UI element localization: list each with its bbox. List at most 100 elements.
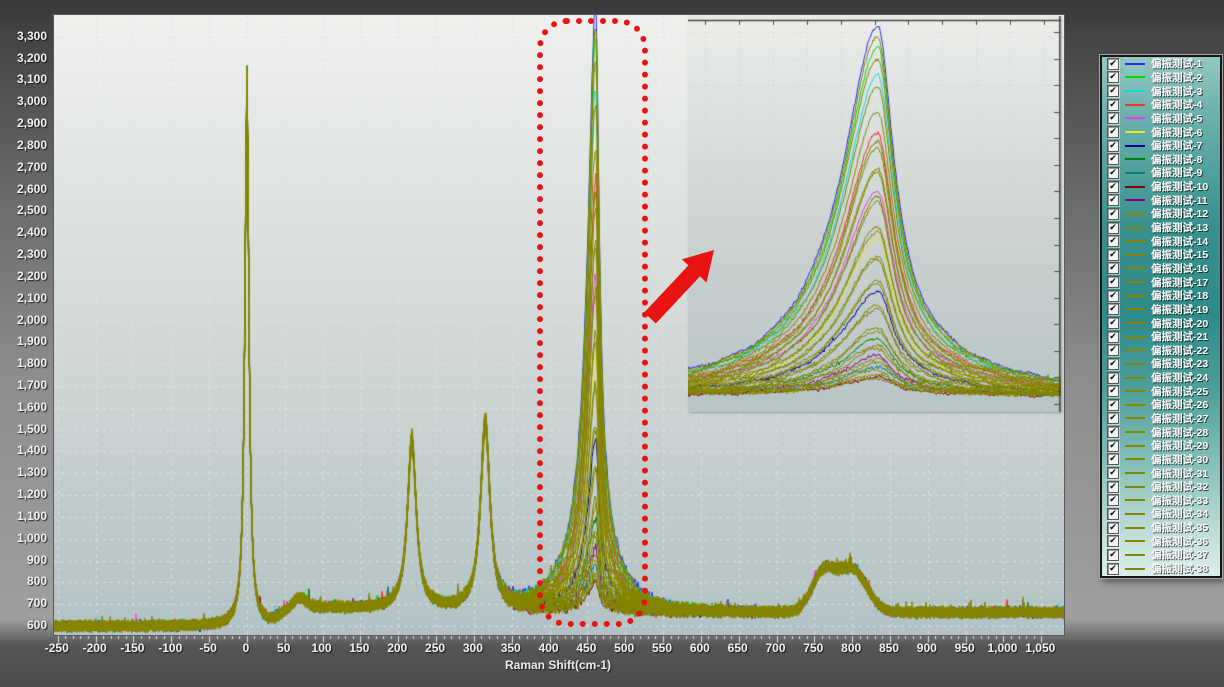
y-tick-label: 3,300 bbox=[0, 29, 47, 43]
legend-checkbox[interactable]: ✔ bbox=[1107, 453, 1119, 465]
legend-item[interactable]: ✔偏振测试-10 bbox=[1102, 180, 1220, 194]
legend-checkbox[interactable]: ✔ bbox=[1107, 385, 1119, 397]
legend-item[interactable]: ✔偏振测试-25 bbox=[1102, 384, 1220, 398]
legend-checkbox[interactable]: ✔ bbox=[1107, 399, 1119, 411]
legend-color-line bbox=[1125, 540, 1145, 542]
legend-item[interactable]: ✔偏振测试-27 bbox=[1102, 412, 1220, 426]
inset-zoom-panel bbox=[688, 16, 1061, 412]
legend-item[interactable]: ✔偏振测试-3 bbox=[1102, 84, 1220, 98]
legend-item[interactable]: ✔偏振测试-21 bbox=[1102, 330, 1220, 344]
legend-checkbox[interactable]: ✔ bbox=[1107, 508, 1119, 520]
legend-item[interactable]: ✔偏振测试-30 bbox=[1102, 453, 1220, 467]
legend-item[interactable]: ✔偏振测试-4 bbox=[1102, 98, 1220, 112]
legend-checkbox[interactable]: ✔ bbox=[1107, 467, 1119, 479]
legend-item[interactable]: ✔偏振测试-35 bbox=[1102, 521, 1220, 535]
legend-item[interactable]: ✔偏振测试-2 bbox=[1102, 71, 1220, 85]
legend-item[interactable]: ✔偏振测试-38 bbox=[1102, 562, 1220, 576]
legend-checkbox[interactable]: ✔ bbox=[1107, 358, 1119, 370]
y-tick-label: 2,100 bbox=[0, 291, 47, 305]
legend-color-line bbox=[1125, 404, 1145, 406]
legend-item[interactable]: ✔偏振测试-14 bbox=[1102, 234, 1220, 248]
legend-item[interactable]: ✔偏振测试-26 bbox=[1102, 398, 1220, 412]
legend-item[interactable]: ✔偏振测试-13 bbox=[1102, 221, 1220, 235]
legend-color-line bbox=[1125, 336, 1145, 338]
legend-checkbox[interactable]: ✔ bbox=[1107, 481, 1119, 493]
legend-checkbox[interactable]: ✔ bbox=[1107, 522, 1119, 534]
legend-checkbox[interactable]: ✔ bbox=[1107, 317, 1119, 329]
legend-checkbox[interactable]: ✔ bbox=[1107, 344, 1119, 356]
legend-item[interactable]: ✔偏振测试-34 bbox=[1102, 507, 1220, 521]
y-tick-label: 2,600 bbox=[0, 182, 47, 196]
legend-checkbox[interactable]: ✔ bbox=[1107, 167, 1119, 179]
legend-item[interactable]: ✔偏振测试-17 bbox=[1102, 275, 1220, 289]
legend-checkbox[interactable]: ✔ bbox=[1107, 71, 1119, 83]
legend-checkbox[interactable]: ✔ bbox=[1107, 563, 1119, 575]
legend-item[interactable]: ✔偏振测试-23 bbox=[1102, 357, 1220, 371]
legend-color-line bbox=[1125, 390, 1145, 392]
legend-checkbox[interactable]: ✔ bbox=[1107, 290, 1119, 302]
legend-checkbox[interactable]: ✔ bbox=[1107, 494, 1119, 506]
legend-item[interactable]: ✔偏振测试-19 bbox=[1102, 303, 1220, 317]
legend-color-line bbox=[1125, 486, 1145, 488]
legend-color-line bbox=[1125, 295, 1145, 297]
y-tick-label: 1,200 bbox=[0, 487, 47, 501]
legend-item[interactable]: ✔偏振测试-16 bbox=[1102, 262, 1220, 276]
legend-item[interactable]: ✔偏振测试-15 bbox=[1102, 248, 1220, 262]
legend-item[interactable]: ✔偏振测试-5 bbox=[1102, 112, 1220, 126]
legend-item[interactable]: ✔偏振测试-32 bbox=[1102, 480, 1220, 494]
y-tick-label: 1,000 bbox=[0, 531, 47, 545]
legend-color-line bbox=[1125, 227, 1145, 229]
legend-item[interactable]: ✔偏振测试-18 bbox=[1102, 289, 1220, 303]
legend-checkbox[interactable]: ✔ bbox=[1107, 112, 1119, 124]
legend-checkbox[interactable]: ✔ bbox=[1107, 249, 1119, 261]
legend-color-line bbox=[1125, 322, 1145, 324]
y-tick-label: 3,100 bbox=[0, 72, 47, 86]
legend-checkbox[interactable]: ✔ bbox=[1107, 276, 1119, 288]
legend-checkbox[interactable]: ✔ bbox=[1107, 235, 1119, 247]
legend-checkbox[interactable]: ✔ bbox=[1107, 331, 1119, 343]
legend-item[interactable]: ✔偏振测试-28 bbox=[1102, 425, 1220, 439]
legend-checkbox[interactable]: ✔ bbox=[1107, 153, 1119, 165]
legend-color-line bbox=[1125, 527, 1145, 529]
legend-color-line bbox=[1125, 568, 1145, 570]
legend-color-line bbox=[1125, 349, 1145, 351]
legend-item[interactable]: ✔偏振测试-20 bbox=[1102, 316, 1220, 330]
legend-item[interactable]: ✔偏振测试-24 bbox=[1102, 371, 1220, 385]
legend-checkbox[interactable]: ✔ bbox=[1107, 262, 1119, 274]
legend-checkbox[interactable]: ✔ bbox=[1107, 58, 1119, 70]
legend-checkbox[interactable]: ✔ bbox=[1107, 181, 1119, 193]
legend-checkbox[interactable]: ✔ bbox=[1107, 412, 1119, 424]
legend-checkbox[interactable]: ✔ bbox=[1107, 208, 1119, 220]
legend-color-line bbox=[1125, 472, 1145, 474]
legend-checkbox[interactable]: ✔ bbox=[1107, 535, 1119, 547]
legend-item[interactable]: ✔偏振测试-12 bbox=[1102, 207, 1220, 221]
legend-item[interactable]: ✔偏振测试-11 bbox=[1102, 193, 1220, 207]
legend-checkbox[interactable]: ✔ bbox=[1107, 549, 1119, 561]
legend-checkbox[interactable]: ✔ bbox=[1107, 126, 1119, 138]
legend-item[interactable]: ✔偏振测试-9 bbox=[1102, 166, 1220, 180]
legend-item[interactable]: ✔偏振测试-22 bbox=[1102, 343, 1220, 357]
legend-item[interactable]: ✔偏振测试-29 bbox=[1102, 439, 1220, 453]
inset-chart-canvas[interactable] bbox=[688, 16, 1061, 412]
legend-checkbox[interactable]: ✔ bbox=[1107, 426, 1119, 438]
legend-item[interactable]: ✔偏振测试-6 bbox=[1102, 125, 1220, 139]
legend-checkbox[interactable]: ✔ bbox=[1107, 99, 1119, 111]
legend-color-line bbox=[1125, 445, 1145, 447]
y-tick-label: 800 bbox=[0, 574, 47, 588]
legend-checkbox[interactable]: ✔ bbox=[1107, 440, 1119, 452]
legend-color-line bbox=[1125, 554, 1145, 556]
legend-item[interactable]: ✔偏振测试-37 bbox=[1102, 548, 1220, 562]
legend-checkbox[interactable]: ✔ bbox=[1107, 222, 1119, 234]
legend-checkbox[interactable]: ✔ bbox=[1107, 85, 1119, 97]
legend-checkbox[interactable]: ✔ bbox=[1107, 303, 1119, 315]
legend-color-line bbox=[1125, 213, 1145, 215]
legend-item[interactable]: ✔偏振测试-8 bbox=[1102, 152, 1220, 166]
legend-item[interactable]: ✔偏振测试-33 bbox=[1102, 494, 1220, 508]
legend-checkbox[interactable]: ✔ bbox=[1107, 194, 1119, 206]
legend-checkbox[interactable]: ✔ bbox=[1107, 140, 1119, 152]
legend-item[interactable]: ✔偏振测试-36 bbox=[1102, 534, 1220, 548]
legend-checkbox[interactable]: ✔ bbox=[1107, 372, 1119, 384]
legend-item[interactable]: ✔偏振测试-7 bbox=[1102, 139, 1220, 153]
legend-item[interactable]: ✔偏振测试-31 bbox=[1102, 466, 1220, 480]
legend-item[interactable]: ✔偏振测试-1 bbox=[1102, 57, 1220, 71]
